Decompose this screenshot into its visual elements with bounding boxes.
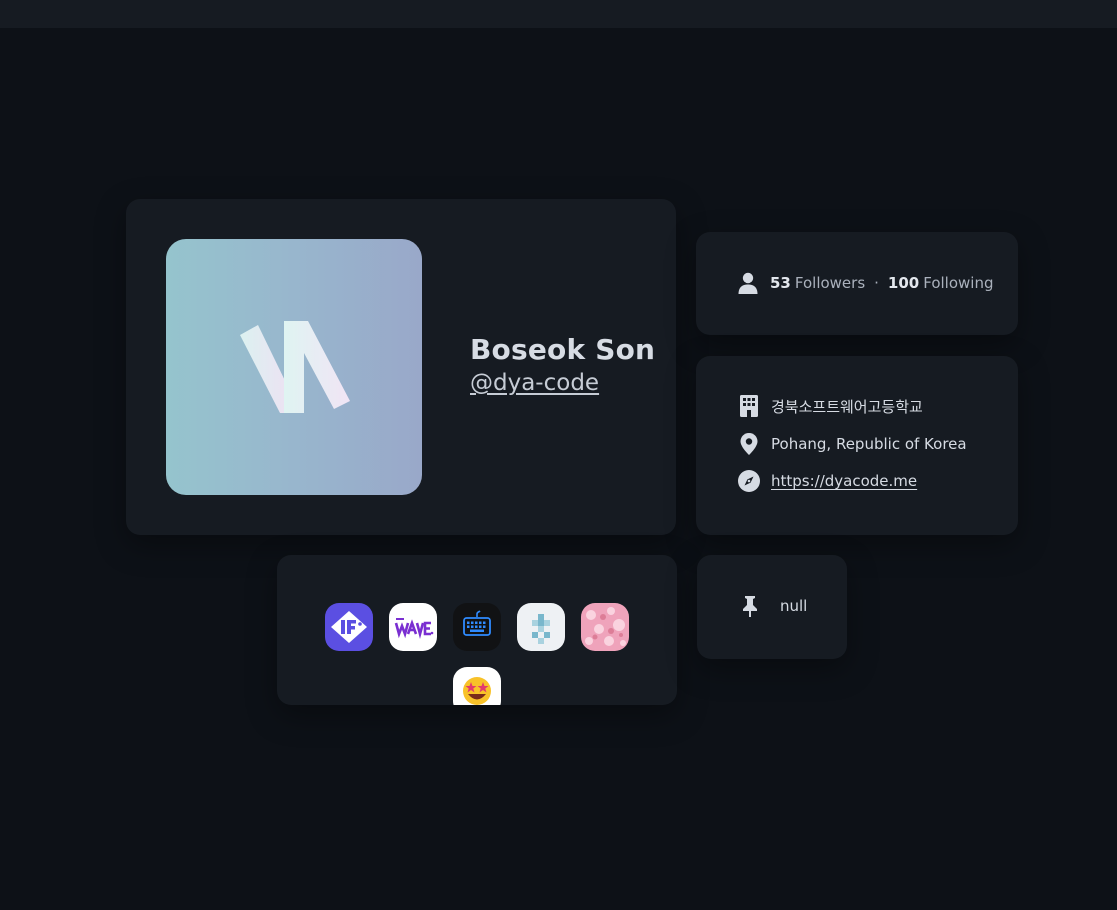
pinned-row: null [739, 595, 807, 617]
pixel-cross-app-icon[interactable] [517, 603, 565, 651]
followers-label[interactable]: Followers [795, 274, 865, 292]
pin-icon [743, 596, 757, 617]
avatar [166, 239, 422, 495]
organization-row: 경북소프트웨어고등학교 [738, 395, 923, 417]
profile-handle-link[interactable]: @dya-code [470, 370, 599, 396]
followers-count[interactable]: 53 [770, 274, 791, 292]
following-count[interactable]: 100 [888, 274, 919, 292]
website-link[interactable]: https://dyacode.me [771, 472, 917, 490]
top-bar [0, 0, 1117, 28]
building-icon [738, 395, 760, 417]
compass-icon [738, 470, 760, 492]
follow-stats: 53 Followers · 100 Following [738, 272, 993, 294]
if-app-icon[interactable] [325, 603, 373, 651]
follow-card: 53 Followers · 100 Following [696, 232, 1018, 335]
profile-card: Boseok Son @dya-code [126, 199, 676, 535]
separator-dot: · [874, 274, 879, 292]
display-name: Boseok Son [470, 333, 656, 366]
star-struck-emoji-app-icon[interactable] [453, 667, 501, 705]
avatar-logo-icon [240, 321, 350, 413]
organization-text: 경북소프트웨어고등학교 [771, 397, 923, 416]
following-label[interactable]: Following [923, 274, 993, 292]
location-row: Pohang, Republic of Korea [738, 433, 967, 455]
map-pin-icon [738, 433, 760, 455]
pink-texture-app-icon[interactable] [581, 603, 629, 651]
pinned-card: null [697, 555, 847, 659]
location-text: Pohang, Republic of Korea [771, 435, 967, 453]
keyboard-app-icon[interactable] [453, 603, 501, 651]
person-icon [738, 272, 758, 294]
website-row: https://dyacode.me [738, 470, 917, 492]
name-block: Boseok Son @dya-code [470, 333, 655, 396]
apps-card [277, 555, 677, 705]
wave-app-icon[interactable] [389, 603, 437, 651]
info-card: 경북소프트웨어고등학교 Pohang, Republic of Korea ht… [696, 356, 1018, 535]
pinned-text: null [780, 597, 808, 615]
